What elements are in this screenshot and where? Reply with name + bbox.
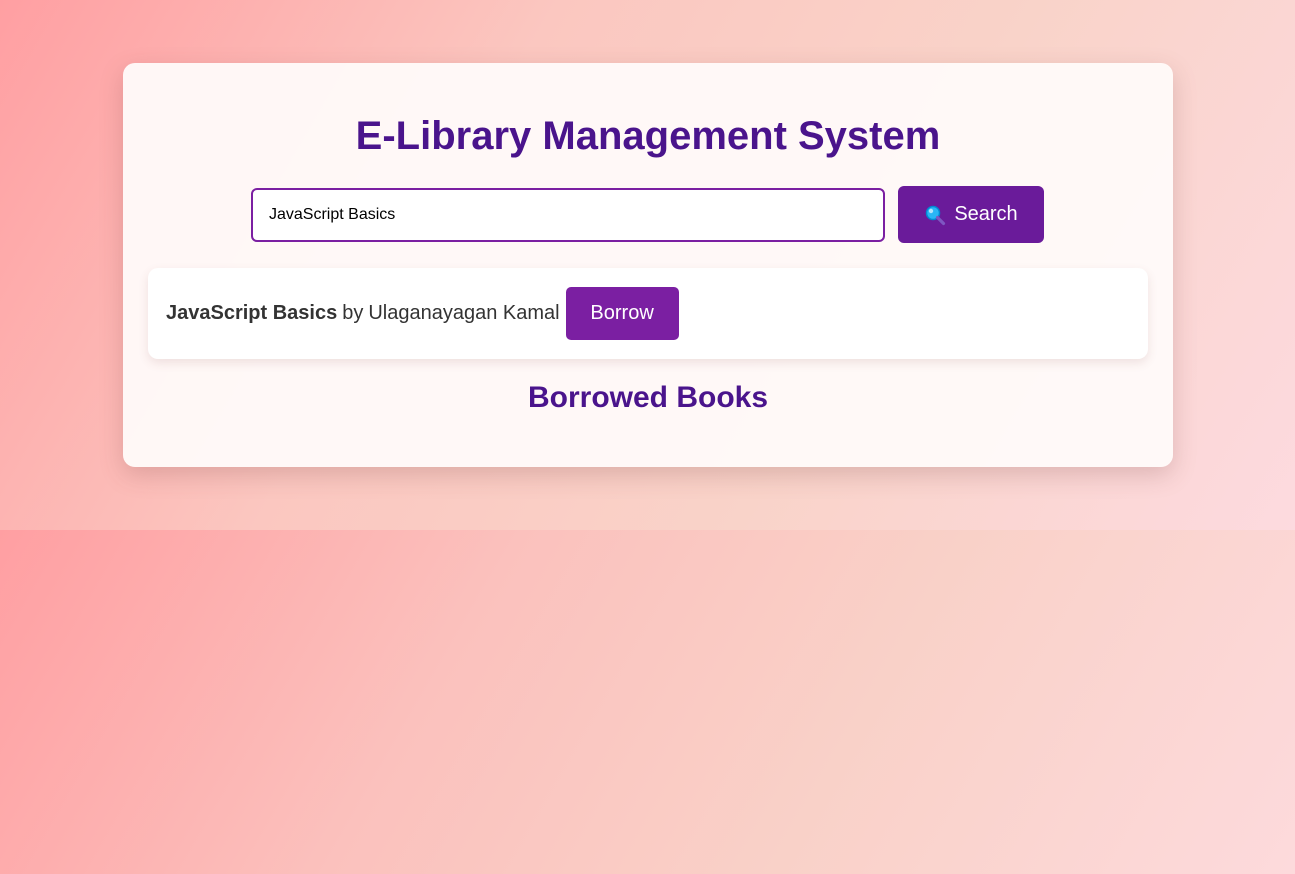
book-title: JavaScript Basics [166, 302, 338, 324]
borrowed-books-heading: Borrowed Books [527, 381, 769, 414]
page-title: E-Library Management System [355, 114, 941, 158]
search-icon [924, 204, 946, 226]
book-by-label: by [342, 302, 364, 324]
search-button[interactable]: Search [898, 186, 1044, 243]
search-input[interactable] [251, 188, 885, 242]
book-author: Ulaganayagan Kamal [368, 302, 560, 324]
list-item: JavaScript Basics by Ulaganayagan Kamal … [148, 268, 1148, 359]
library-panel: E-Library Management System Search JavaS… [123, 63, 1173, 467]
borrow-button[interactable]: Borrow [565, 287, 679, 340]
background-bottom [0, 530, 1295, 874]
search-button-label: Search [954, 203, 1018, 225]
